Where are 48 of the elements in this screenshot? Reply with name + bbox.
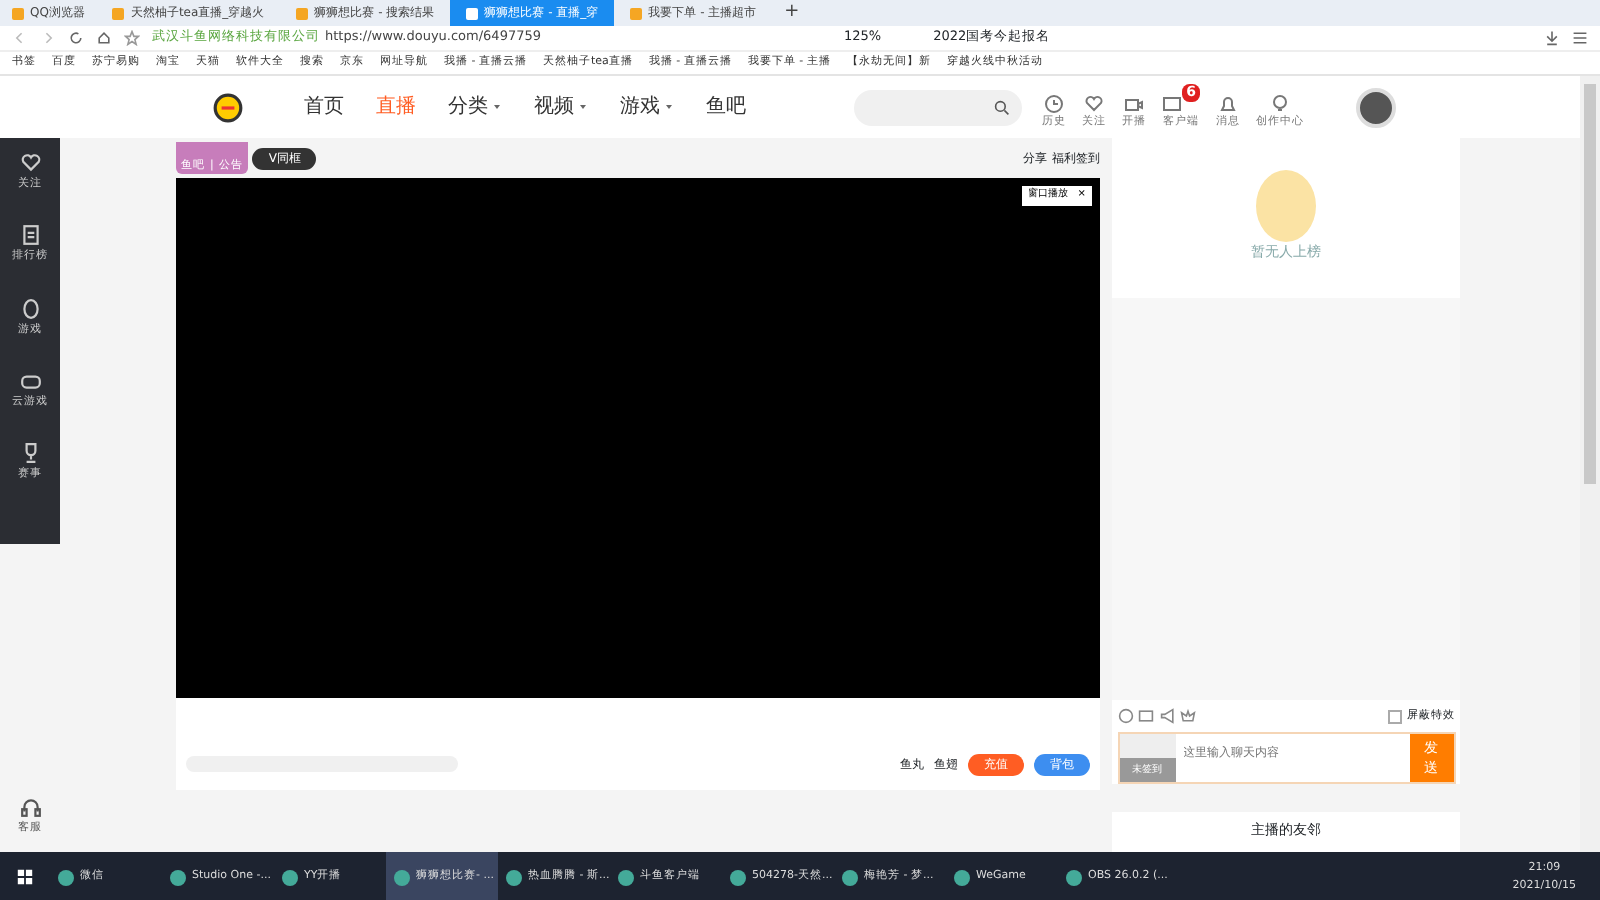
user-avatar[interactable] [1356, 87, 1396, 127]
monitor-icon [1162, 94, 1183, 115]
star-icon [124, 30, 140, 46]
app-icon [842, 869, 858, 885]
search-icon [994, 99, 1011, 115]
heart-icon [1084, 94, 1105, 115]
search-field[interactable] [854, 89, 1023, 125]
list-icon [19, 224, 41, 247]
download-icon [1544, 30, 1560, 46]
tab-favicon-icon [12, 7, 24, 19]
nav-link[interactable]: 分类 [432, 92, 518, 122]
refresh-icon [68, 30, 84, 46]
nav-link[interactable]: 视频 [518, 92, 604, 122]
egg-icon [19, 297, 41, 319]
tab-favicon-icon [296, 7, 309, 19]
app-icon [58, 869, 74, 885]
nav-link[interactable]: 首页 [288, 92, 360, 122]
back-icon [12, 30, 28, 46]
scrollbar-thumb[interactable] [1584, 84, 1596, 484]
envelope-icon [1138, 708, 1154, 724]
tab-favicon-icon [630, 7, 643, 19]
app-icon [730, 869, 746, 885]
headset-icon [19, 795, 41, 818]
heart-icon [19, 152, 41, 174]
smiley-icon [1117, 708, 1133, 724]
nav-link[interactable]: 游戏 [604, 92, 690, 122]
new-tab-button[interactable]: + [772, 0, 812, 26]
app-icon [170, 869, 186, 885]
app-icon [618, 869, 634, 885]
windows-icon [16, 868, 34, 886]
app-icon [506, 869, 522, 885]
nav-link[interactable]: 鱼吧 [690, 92, 762, 122]
bell-icon [1218, 94, 1238, 115]
megaphone-icon [1159, 708, 1175, 724]
app-icon [954, 869, 970, 885]
tab-favicon-icon [466, 7, 479, 19]
home-icon [96, 30, 112, 46]
tab-favicon-icon [112, 7, 125, 19]
app-icon [394, 869, 410, 885]
app-icon [282, 869, 298, 885]
app-icon [1066, 869, 1082, 885]
clock-icon [1044, 94, 1065, 115]
crown-icon [1180, 708, 1196, 724]
block-effects-checkbox[interactable] [1388, 709, 1402, 723]
menu-icon [1572, 30, 1588, 46]
lightbulb-icon [1270, 94, 1290, 115]
camera-icon [1124, 94, 1145, 115]
forward-icon [40, 30, 56, 46]
